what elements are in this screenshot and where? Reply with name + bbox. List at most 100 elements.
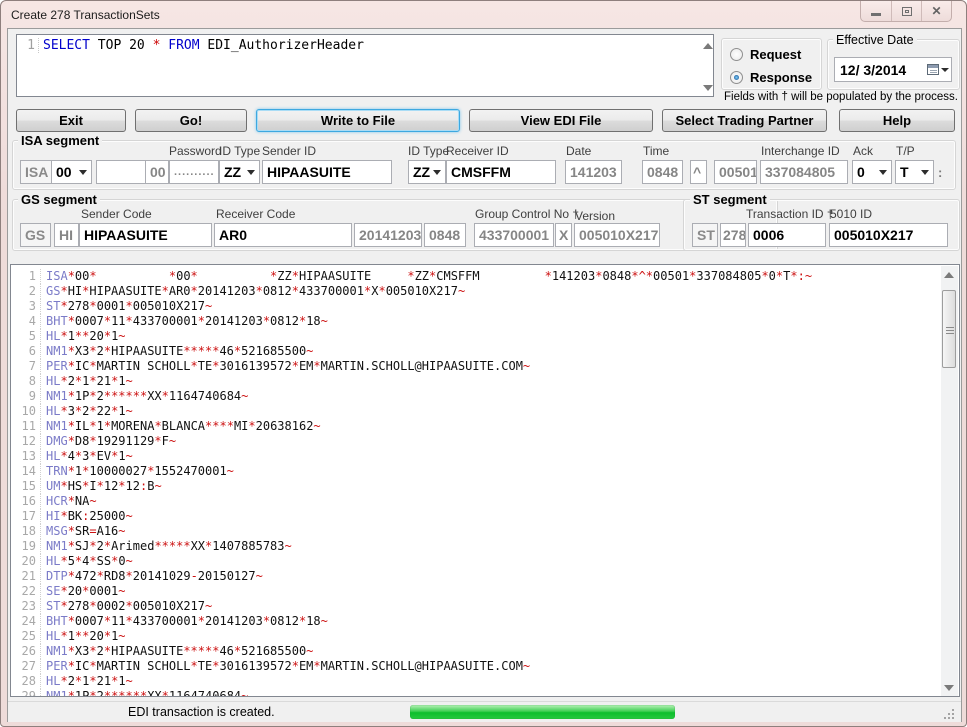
transaction-id-label: Transaction ID † (746, 207, 834, 221)
edi-line: 13HL*4*3*EV*1~ (11, 449, 959, 464)
isa-sender-id-type-combo[interactable]: ZZ (219, 160, 260, 184)
edi-line: 11NM1*IL*1*MORENA*BLANCA****MI*20638162~ (11, 419, 959, 434)
edi-line: 3ST*278*0001*005010X217~ (11, 299, 959, 314)
radio-selected-icon (730, 71, 743, 84)
st-version-label: 5010 ID (830, 207, 872, 221)
edi-line: 6NM1*X3*2*HIPAASUITE*****46*521685500~ (11, 344, 959, 359)
isa-password-field[interactable]: .......... (169, 160, 219, 184)
scrollbar-thumb[interactable] (942, 290, 956, 368)
scroll-down-icon[interactable] (703, 85, 713, 91)
gs-sender-code-field[interactable]: HIPAASUITE (79, 223, 212, 247)
scroll-down-icon[interactable] (944, 685, 954, 691)
tp-label: T/P (896, 144, 915, 158)
edi-line: 8HL*2*1*21*1~ (11, 374, 959, 389)
gs-version-label: Version (575, 209, 615, 223)
close-button[interactable]: ✕ (921, 1, 951, 21)
st-segment-title: ST segment (690, 192, 770, 207)
maximize-button[interactable] (891, 1, 921, 21)
close-icon: ✕ (931, 4, 941, 18)
receiver-id-type-label: ID Type (408, 144, 449, 158)
radio-response-label: Response (750, 70, 812, 85)
view-edi-file-button[interactable]: View EDI File (469, 109, 653, 132)
sender-id-label: Sender ID (262, 144, 316, 158)
status-bar: EDI transaction is created. (8, 701, 961, 722)
gs-version-field: 005010X217 (574, 223, 660, 247)
password-label: Password (169, 144, 222, 158)
resize-grip[interactable] (944, 709, 955, 720)
receiver-code-label: Receiver Code (216, 207, 295, 221)
isa-receiver-id-field[interactable]: CMSFFM (446, 160, 556, 184)
isa-auth-qualifier-combo[interactable]: 00 (51, 160, 92, 184)
combo-arrow-icon (921, 170, 929, 175)
app-window: Create 278 TransactionSets ✕ 1 SELECT TO… (0, 0, 967, 727)
edi-line: 14TRN*1*10000027*1552470001~ (11, 464, 959, 479)
edi-lines: 1ISA*00* *00* *ZZ*HIPAASUITE *ZZ*CMSFFM … (11, 265, 959, 697)
edi-line: 2GS*HI*HIPAASUITE*AR0*20141203*0812*4337… (11, 284, 959, 299)
radio-request[interactable]: Request (730, 47, 801, 62)
sql-editor[interactable]: 1 SELECT TOP 20 * FROM EDI_AuthorizerHea… (16, 34, 714, 97)
write-to-file-button[interactable]: Write to File (256, 109, 460, 132)
help-button[interactable]: Help (839, 109, 955, 132)
isa-sender-id-field[interactable]: HIPAASUITE (262, 160, 392, 184)
isa-time-label: Time (643, 144, 669, 158)
combo-arrow-icon (879, 170, 887, 175)
window-title: Create 278 TransactionSets (11, 8, 160, 22)
process-hint: Fields with † will be populated by the p… (724, 91, 958, 103)
scroll-up-icon[interactable] (703, 43, 713, 49)
scroll-up-icon[interactable] (944, 272, 954, 278)
edi-line: 22SE*20*0001~ (11, 584, 959, 599)
edi-line: 10HL*3*2*22*1~ (11, 404, 959, 419)
ack-label: Ack (853, 144, 873, 158)
edi-line: 20HL*5*4*SS*0~ (11, 554, 959, 569)
dropdown-arrow-icon (941, 68, 949, 72)
edi-line: 27PER*IC*MARTIN SCHOLL*TE*3016139572*EM*… (11, 659, 959, 674)
gs-agency-code: X (555, 223, 572, 247)
isa-receiver-id-type-combo[interactable]: ZZ (408, 160, 446, 184)
isa-segment-title: ISA segment (18, 133, 102, 148)
gs-receiver-code-field[interactable]: AR0 (214, 223, 352, 247)
isa-ack-combo[interactable]: 0 (852, 160, 892, 184)
date-picker-button[interactable] (925, 58, 951, 81)
edi-viewer[interactable]: 1ISA*00* *00* *ZZ*HIPAASUITE *ZZ*CMSFFM … (10, 264, 960, 697)
edi-line: 12DMG*D8*19291129*F~ (11, 434, 959, 449)
isa-date-label: Date (566, 144, 591, 158)
isa-security-qualifier: 00 (145, 160, 169, 184)
exit-button[interactable]: Exit (16, 109, 126, 132)
edi-line: 28HL*2*1*21*1~ (11, 674, 959, 689)
isa-repetition-separator: ^ (690, 160, 707, 184)
st-transaction-id-field[interactable]: 0006 (748, 223, 826, 247)
edi-line: 21DTP*472*RD8*20141029-20150127~ (11, 569, 959, 584)
st-version-field[interactable]: 005010X217 (829, 223, 948, 247)
go-button[interactable]: Go! (135, 109, 247, 132)
isa-auth-info-field[interactable] (96, 160, 147, 184)
minimize-button[interactable] (861, 1, 891, 21)
isa-time-field: 0848 (642, 160, 683, 184)
gs-tag: GS (20, 223, 51, 247)
isa-interchange-id-field: 337084805 (760, 160, 848, 184)
receiver-id-label: Receiver ID (446, 144, 509, 158)
effective-date-input[interactable]: 12/ 3/2014 (834, 57, 952, 82)
gs-group-control-field: 433700001 (474, 223, 554, 247)
thumb-grip-icon (946, 327, 954, 328)
isa-control-version: 00501 (714, 160, 757, 184)
gs-functional-code: HI (54, 223, 79, 247)
titlebar[interactable]: Create 278 TransactionSets ✕ (1, 1, 966, 28)
interchange-id-label: Interchange ID (761, 144, 840, 158)
isa-tag: ISA (20, 160, 55, 184)
isa-date-field: 141203 (565, 160, 622, 184)
radio-response[interactable]: Response (730, 70, 812, 85)
radio-unselected-icon (730, 48, 743, 61)
isa-tp-combo[interactable]: T (895, 160, 934, 184)
edi-line: 1ISA*00* *00* *ZZ*HIPAASUITE *ZZ*CMSFFM … (11, 269, 959, 284)
select-trading-partner-button[interactable]: Select Trading Partner (662, 109, 827, 132)
edi-scrollbar[interactable] (941, 266, 958, 697)
sql-query[interactable]: SELECT TOP 20 * FROM EDI_AuthorizerHeade… (39, 38, 364, 53)
edi-line: 29NM1*1P*2******XX*1164740684~ (11, 689, 959, 697)
st-transaction-type: 278 (720, 223, 746, 247)
edi-line: 26NM1*X3*2*HIPAASUITE*****46*521685500~ (11, 644, 959, 659)
edi-line: 19NM1*SJ*2*Arimed*****XX*1407885783~ (11, 539, 959, 554)
edi-line: 24BHT*0007*11*433700001*20141203*0812*18… (11, 614, 959, 629)
sender-code-label: Sender Code (81, 207, 152, 221)
sender-id-type-label: ID Type (219, 144, 260, 158)
radio-request-label: Request (750, 47, 801, 62)
